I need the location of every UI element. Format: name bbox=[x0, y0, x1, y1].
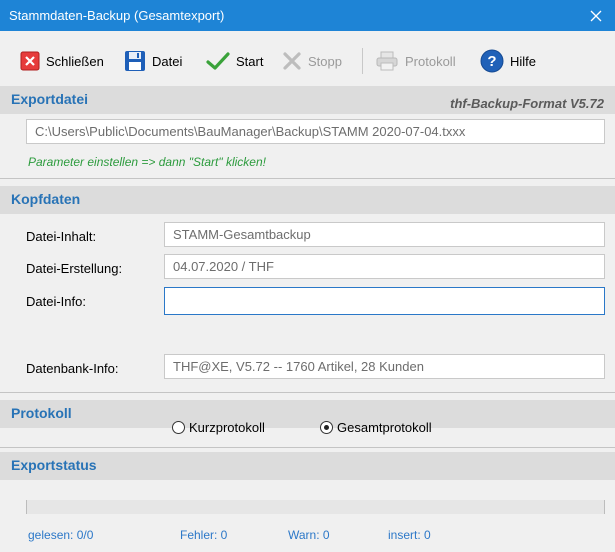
radio-circle-selected bbox=[320, 421, 333, 434]
status-warnings: Warn: 0 bbox=[288, 528, 330, 542]
exportstatus-section-header: Exportstatus bbox=[0, 452, 615, 480]
toolbar-separator bbox=[362, 48, 363, 74]
close-icon bbox=[590, 10, 602, 21]
database-info-label: Datenbank-Info: bbox=[26, 361, 119, 376]
status-errors: Fehler: 0 bbox=[180, 528, 228, 542]
exportstatus-heading: Exportstatus bbox=[11, 457, 97, 473]
export-path-field[interactable]: C:\Users\Public\Documents\BauManager\Bac… bbox=[26, 119, 605, 144]
radio-gesamtprotokoll[interactable]: Gesamtprotokoll bbox=[320, 420, 432, 435]
status-read: gelesen: 0/0 bbox=[28, 528, 94, 542]
divider bbox=[0, 178, 615, 179]
stop-x-icon bbox=[283, 52, 301, 70]
toolbar: Schließen Datei Start Stopp Protokoll ? … bbox=[0, 31, 615, 86]
file-button-label: Datei bbox=[152, 53, 183, 69]
save-disk-icon bbox=[125, 51, 145, 71]
header-heading: Kopfdaten bbox=[11, 191, 81, 207]
file-button[interactable]: Datei bbox=[124, 50, 182, 72]
database-info-field[interactable]: THF@XE, V5.72 -- 1760 Artikel, 28 Kunden bbox=[164, 354, 605, 379]
backup-format-label: thf-Backup-Format V5.72 bbox=[450, 96, 604, 111]
file-content-label: Datei-Inhalt: bbox=[26, 229, 97, 244]
divider bbox=[0, 392, 615, 393]
start-button-label: Start bbox=[236, 53, 264, 69]
radio-kurzprotokoll-label: Kurzprotokoll bbox=[189, 420, 265, 435]
close-button-label: Schließen bbox=[46, 53, 104, 69]
divider bbox=[0, 447, 615, 448]
help-button[interactable]: ? Hilfe bbox=[480, 49, 537, 73]
stop-button[interactable]: Stopp bbox=[282, 50, 342, 72]
radio-circle bbox=[172, 421, 185, 434]
start-hint: Parameter einstellen => dann "Start" kli… bbox=[28, 155, 266, 169]
stop-button-label: Stopp bbox=[308, 53, 342, 69]
radio-gesamtprotokoll-label: Gesamtprotokoll bbox=[337, 420, 432, 435]
file-created-field[interactable]: 04.07.2020 / THF bbox=[164, 254, 605, 279]
export-progress-bar bbox=[26, 500, 605, 514]
printer-icon bbox=[376, 51, 398, 71]
header-section-header: Kopfdaten bbox=[0, 186, 615, 214]
radio-kurzprotokoll[interactable]: Kurzprotokoll bbox=[172, 420, 265, 435]
close-button[interactable]: Schließen bbox=[20, 50, 104, 72]
protocol-button[interactable]: Protokoll bbox=[375, 50, 456, 72]
help-icon: ? bbox=[480, 49, 504, 73]
export-heading: Exportdatei bbox=[11, 91, 89, 107]
file-info-label: Datei-Info: bbox=[26, 294, 86, 309]
start-button[interactable]: Start bbox=[206, 50, 263, 72]
protocol-section-header: Protokoll bbox=[0, 400, 615, 428]
window-title: Stammdaten-Backup (Gesamtexport) bbox=[9, 8, 225, 23]
checkmark-icon bbox=[206, 52, 230, 70]
close-red-icon bbox=[20, 51, 40, 71]
help-button-label: Hilfe bbox=[510, 53, 537, 69]
file-info-field[interactable] bbox=[164, 287, 605, 315]
window-close-button[interactable] bbox=[577, 0, 615, 31]
protocol-button-label: Protokoll bbox=[405, 53, 456, 69]
file-created-label: Datei-Erstellung: bbox=[26, 261, 123, 276]
file-content-field[interactable]: STAMM-Gesamtbackup bbox=[164, 222, 605, 247]
svg-text:?: ? bbox=[487, 53, 496, 70]
title-bar: Stammdaten-Backup (Gesamtexport) bbox=[0, 0, 615, 31]
protocol-heading: Protokoll bbox=[11, 405, 72, 421]
status-insert: insert: 0 bbox=[388, 528, 431, 542]
